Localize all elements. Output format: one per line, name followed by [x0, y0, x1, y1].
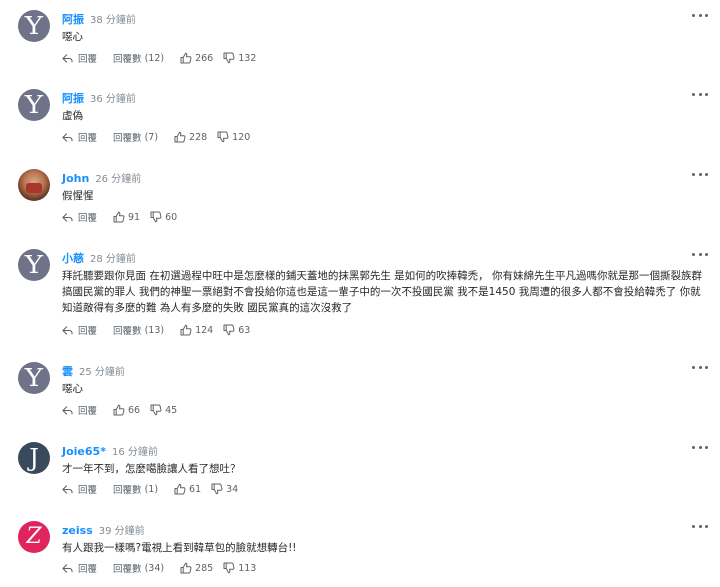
- thumbs-down-icon: [217, 131, 229, 143]
- comment-author[interactable]: 阿振: [62, 11, 84, 27]
- comment-author[interactable]: 阿振: [62, 90, 84, 106]
- reply-button[interactable]: 回覆: [62, 323, 97, 337]
- more-options-icon[interactable]: [692, 171, 708, 177]
- comment-text: 噁心: [62, 31, 83, 43]
- comment-author[interactable]: zeiss: [62, 524, 93, 537]
- thumbs-up-icon: [180, 52, 192, 64]
- avatar[interactable]: Y: [18, 362, 50, 394]
- downvote-button[interactable]: 63: [223, 324, 250, 336]
- reply-button[interactable]: 回覆: [62, 561, 97, 575]
- avatar[interactable]: Y: [18, 249, 50, 281]
- comment-time: 28 分鐘前: [90, 254, 136, 265]
- reply-button[interactable]: 回覆: [62, 403, 97, 417]
- more-options-icon[interactable]: [692, 12, 708, 18]
- comment-author[interactable]: 小慈: [62, 250, 84, 266]
- upvote-button[interactable]: 285: [180, 562, 213, 574]
- comment-item: Y 阿振 38 分鐘前 噁心 回覆 回覆數 (12) 266 132: [0, 10, 720, 80]
- upvote-button[interactable]: 124: [180, 324, 213, 336]
- comment-text: 假惺惺: [62, 190, 94, 202]
- reply-icon: [62, 405, 73, 416]
- comment-item: John 26 分鐘前 假惺惺 回覆 91 60: [0, 169, 720, 239]
- reply-icon: [62, 132, 73, 143]
- comment-author[interactable]: 雲: [62, 363, 73, 379]
- comment-item: Y 雲 25 分鐘前 噁心 回覆 66 45: [0, 362, 720, 432]
- thumbs-down-icon: [150, 211, 162, 223]
- upvote-button[interactable]: 61: [174, 483, 201, 495]
- downvote-button[interactable]: 132: [223, 52, 256, 64]
- comment-text: 才一年不到，怎麼噶臉讓人看了想吐？: [62, 463, 241, 475]
- downvote-button[interactable]: 45: [150, 404, 177, 416]
- comment-text: 拜託聽要跟你見面 在初選過程中旺中是怎麼樣的鋪天蓋地的抹黑郭先生 是如何的吹捧韓…: [62, 270, 703, 314]
- thumbs-down-icon: [223, 324, 235, 336]
- upvote-button[interactable]: 66: [113, 404, 140, 416]
- downvote-button[interactable]: 113: [223, 562, 256, 574]
- comment-time: 38 分鐘前: [90, 15, 136, 26]
- comment-time: 16 分鐘前: [111, 447, 158, 458]
- more-options-icon[interactable]: [692, 444, 708, 450]
- more-options-icon[interactable]: [692, 251, 708, 257]
- replies-count-button[interactable]: 回覆數 (1): [113, 482, 158, 497]
- comment-item: Y 小慈 28 分鐘前 拜託聽要跟你見面 在初選過程中旺中是怎麼樣的鋪天蓋地的抹黑…: [0, 249, 720, 349]
- replies-count-button[interactable]: 回覆數 (13): [113, 323, 164, 338]
- comment-item: Z zeiss 39 分鐘前 有人跟我一樣嗎?電視上看到韓草包的臉就想轉台!! 回…: [0, 521, 720, 587]
- thumbs-up-icon: [174, 131, 186, 143]
- comment-author[interactable]: John: [62, 172, 89, 185]
- thumbs-up-icon: [113, 211, 125, 223]
- upvote-button[interactable]: 228: [174, 131, 207, 143]
- upvote-button[interactable]: 266: [180, 52, 213, 64]
- reply-button[interactable]: 回覆: [62, 51, 97, 65]
- more-options-icon[interactable]: [692, 91, 708, 97]
- comment-time: 25 分鐘前: [79, 367, 125, 378]
- thumbs-down-icon: [223, 52, 235, 64]
- thumbs-down-icon: [211, 483, 223, 495]
- thumbs-up-icon: [174, 483, 186, 495]
- thumbs-up-icon: [180, 562, 192, 574]
- reply-icon: [62, 212, 73, 223]
- avatar[interactable]: [18, 169, 50, 201]
- reply-button[interactable]: 回覆: [62, 130, 97, 144]
- reply-button[interactable]: 回覆: [62, 482, 97, 496]
- comment-time: 26 分鐘前: [95, 174, 142, 185]
- comment-text: 虛偽: [62, 110, 83, 122]
- reply-icon: [62, 325, 73, 336]
- comment-author[interactable]: Joie65*: [62, 445, 106, 458]
- replies-count-button[interactable]: 回覆數 (12): [113, 51, 164, 66]
- reply-button[interactable]: 回覆: [62, 210, 97, 224]
- thumbs-down-icon: [150, 404, 162, 416]
- downvote-button[interactable]: 120: [217, 131, 250, 143]
- thumbs-down-icon: [223, 562, 235, 574]
- upvote-button[interactable]: 91: [113, 211, 140, 223]
- avatar[interactable]: Y: [18, 10, 50, 42]
- downvote-button[interactable]: 60: [150, 211, 177, 223]
- avatar[interactable]: Y: [18, 89, 50, 121]
- avatar[interactable]: J: [18, 442, 50, 474]
- comment-text: 噁心: [62, 383, 83, 395]
- comment-item: J Joie65* 16 分鐘前 才一年不到，怎麼噶臉讓人看了想吐？ 回覆 回覆數…: [0, 442, 720, 512]
- replies-count-button[interactable]: 回覆數 (7): [113, 130, 158, 145]
- comment-time: 36 分鐘前: [90, 94, 136, 105]
- replies-count-button[interactable]: 回覆數 (34): [113, 561, 164, 576]
- comment-time: 39 分鐘前: [98, 526, 145, 537]
- avatar[interactable]: Z: [18, 521, 50, 553]
- thumbs-up-icon: [180, 324, 192, 336]
- reply-icon: [62, 53, 73, 64]
- more-options-icon[interactable]: [692, 523, 708, 529]
- reply-icon: [62, 563, 73, 574]
- comment-text: 有人跟我一樣嗎?電視上看到韓草包的臉就想轉台!!: [62, 542, 297, 554]
- downvote-button[interactable]: 34: [211, 483, 238, 495]
- thumbs-up-icon: [113, 404, 125, 416]
- reply-icon: [62, 484, 73, 495]
- comment-item: Y 阿振 36 分鐘前 虛偽 回覆 回覆數 (7) 228 120: [0, 89, 720, 159]
- more-options-icon[interactable]: [692, 364, 708, 370]
